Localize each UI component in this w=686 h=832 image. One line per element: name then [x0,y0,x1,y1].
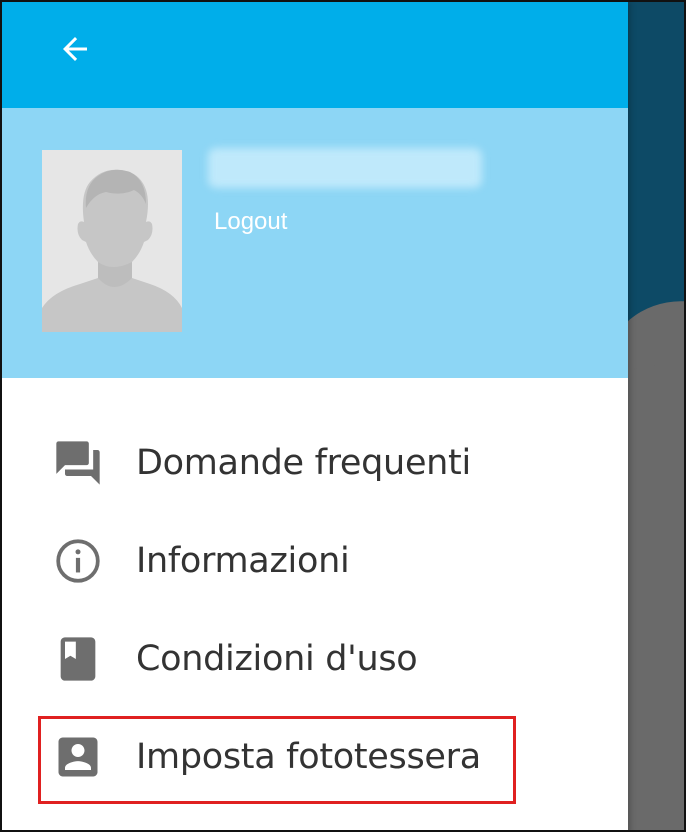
dimmed-content-header [628,2,684,332]
navigation-drawer: Logout Domande frequenti Informazioni Co… [2,2,628,830]
menu-item-terms[interactable]: Condizioni d'uso [2,610,628,708]
menu-item-label: Condizioni d'uso [136,639,418,679]
book-icon [52,633,104,685]
menu-item-set-photo[interactable]: Imposta fototessera [2,708,628,806]
drawer-header: Logout [2,108,628,378]
arrow-left-icon [63,37,87,61]
account-box-icon [52,731,104,783]
avatar[interactable] [42,150,182,332]
menu-item-label: Informazioni [136,541,350,581]
menu-item-info[interactable]: Informazioni [2,512,628,610]
menu-item-faq[interactable]: Domande frequenti [2,414,628,512]
drawer-menu: Domande frequenti Informazioni Condizion… [2,414,628,806]
username [208,148,482,188]
default-avatar-icon [42,150,182,332]
screen: Logout Domande frequenti Informazioni Co… [0,0,686,832]
logout-link[interactable]: Logout [214,208,287,236]
forum-icon [52,437,104,489]
back-button[interactable] [50,24,100,74]
menu-item-label: Imposta fototessera [136,737,481,777]
menu-item-label: Domande frequenti [136,443,471,483]
info-icon [52,535,104,587]
app-bar [2,2,628,108]
